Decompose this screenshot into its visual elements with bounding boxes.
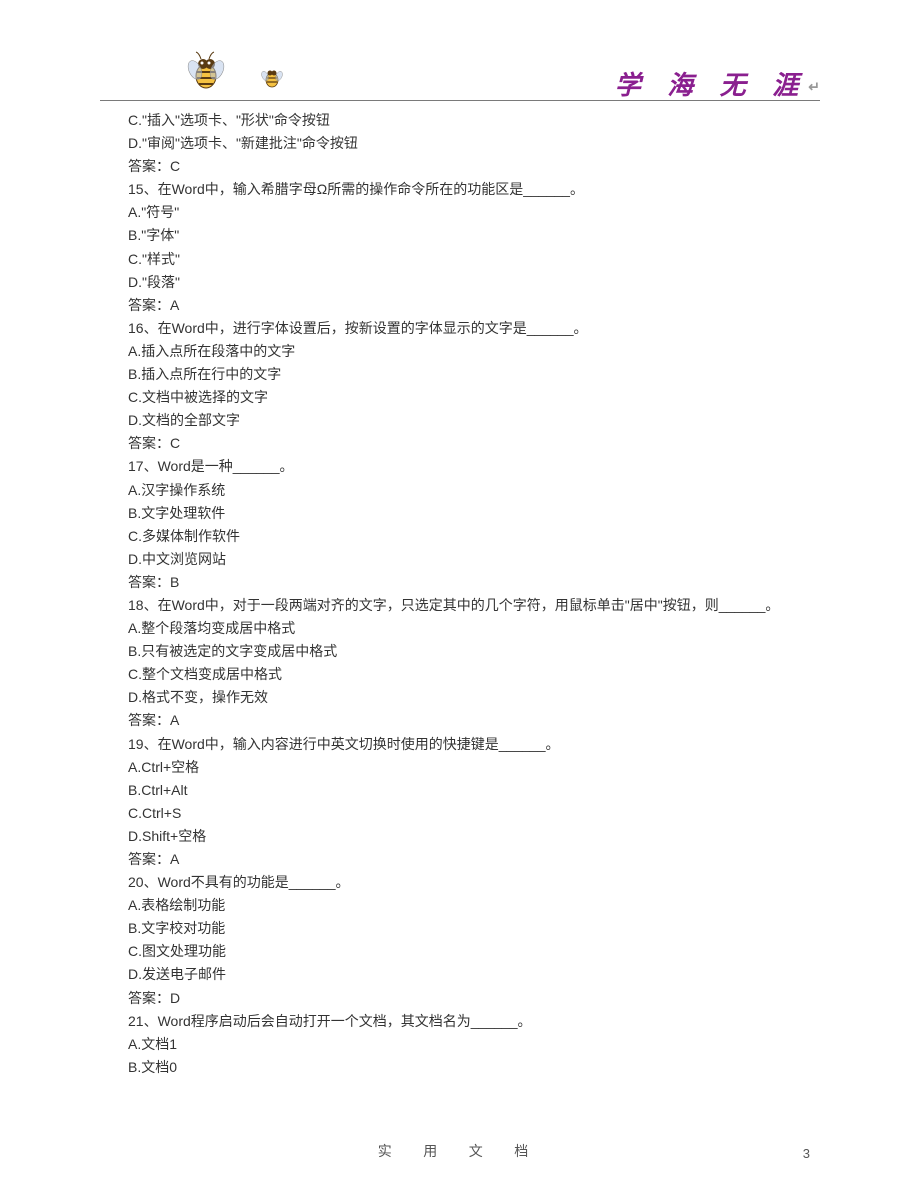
text-line: A.文档1 xyxy=(128,1033,800,1056)
text-line: 答案：B xyxy=(128,571,800,594)
text-line: A.汉字操作系统 xyxy=(128,479,800,502)
text-line: A.整个段落均变成居中格式 xyxy=(128,617,800,640)
document-page: 学 海 无 涯↵ C."插入"选项卡、"形状"命令按钮 D."审阅"选项卡、"新… xyxy=(0,0,920,1191)
text-line: B."字体" xyxy=(128,224,800,247)
bee-small-icon xyxy=(260,65,284,92)
text-line: B.文字校对功能 xyxy=(128,917,800,940)
return-arrow-icon: ↵ xyxy=(808,81,820,96)
text-line: 答案：A xyxy=(128,294,800,317)
text-line: B.只有被选定的文字变成居中格式 xyxy=(128,640,800,663)
text-line: A."符号" xyxy=(128,201,800,224)
text-line: D.格式不变，操作无效 xyxy=(128,686,800,709)
text-line: A.表格绘制功能 xyxy=(128,894,800,917)
text-line: D."段落" xyxy=(128,271,800,294)
text-line: C."插入"选项卡、"形状"命令按钮 xyxy=(128,109,800,132)
text-line: 16、在Word中，进行字体设置后，按新设置的字体显示的文字是______。 xyxy=(128,317,800,340)
text-line: B.插入点所在行中的文字 xyxy=(128,363,800,386)
text-line: D."审阅"选项卡、"新建批注"命令按钮 xyxy=(128,132,800,155)
bee-large-icon xyxy=(185,50,227,95)
text-line: 答案：A xyxy=(128,848,800,871)
text-line: C.整个文档变成居中格式 xyxy=(128,663,800,686)
text-line: 答案：C xyxy=(128,155,800,178)
text-line: 答案：D xyxy=(128,987,800,1010)
text-line: B.文档0 xyxy=(128,1056,800,1079)
text-line: D.文档的全部文字 xyxy=(128,409,800,432)
text-line: C.图文处理功能 xyxy=(128,940,800,963)
text-line: 答案：A xyxy=(128,709,800,732)
text-line: A.插入点所在段落中的文字 xyxy=(128,340,800,363)
motto-text: 学 海 无 涯 xyxy=(615,71,809,100)
text-line: 答案：C xyxy=(128,432,800,455)
text-line: B.文字处理软件 xyxy=(128,502,800,525)
text-line: 19、在Word中，输入内容进行中英文切换时使用的快捷键是______。 xyxy=(128,733,800,756)
text-line: D.发送电子邮件 xyxy=(128,963,800,986)
text-line: A.Ctrl+空格 xyxy=(128,756,800,779)
header-motto: 学 海 无 涯↵ xyxy=(615,65,820,102)
document-body: C."插入"选项卡、"形状"命令按钮 D."审阅"选项卡、"新建批注"命令按钮 … xyxy=(0,101,920,1079)
text-line: C.多媒体制作软件 xyxy=(128,525,800,548)
text-line: B.Ctrl+Alt xyxy=(128,779,800,802)
text-line: 15、在Word中，输入希腊字母Ω所需的操作命令所在的功能区是______。 xyxy=(128,178,800,201)
text-line: D.中文浏览网站 xyxy=(128,548,800,571)
text-line: 21、Word程序启动后会自动打开一个文档，其文档名为______。 xyxy=(128,1010,800,1033)
text-line: 17、Word是一种______。 xyxy=(128,455,800,478)
text-line: C.Ctrl+S xyxy=(128,802,800,825)
text-line: C."样式" xyxy=(128,248,800,271)
footer-text: 实 用 文 档 xyxy=(0,1141,920,1161)
text-line: 20、Word不具有的功能是______。 xyxy=(128,871,800,894)
page-header: 学 海 无 涯↵ xyxy=(100,50,820,101)
text-line: 18、在Word中，对于一段两端对齐的文字，只选定其中的几个字符，用鼠标单击"居… xyxy=(128,594,800,617)
page-number: 3 xyxy=(803,1146,810,1161)
text-line: D.Shift+空格 xyxy=(128,825,800,848)
text-line: C.文档中被选择的文字 xyxy=(128,386,800,409)
